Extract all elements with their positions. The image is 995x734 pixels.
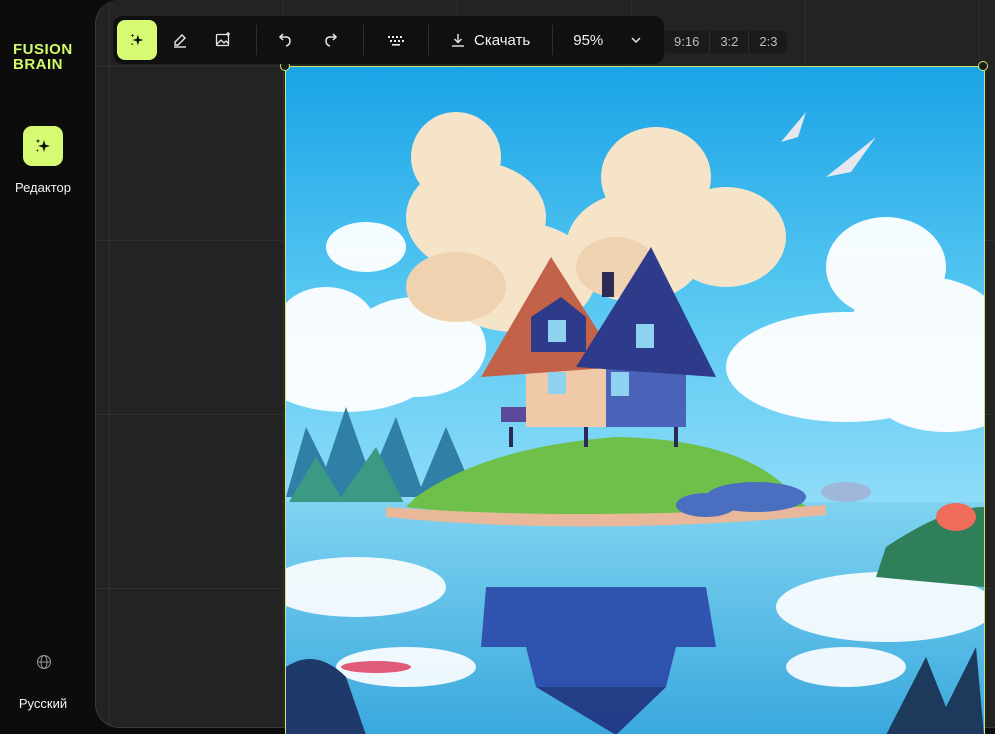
chevron-down-icon bbox=[631, 37, 641, 44]
language-switcher[interactable]: Русский bbox=[0, 654, 86, 711]
zoom-dropdown[interactable] bbox=[629, 33, 643, 47]
canvas-image bbox=[286, 67, 984, 734]
toolbar-divider bbox=[256, 25, 257, 55]
sidebar-item-editor[interactable]: Редактор bbox=[0, 126, 86, 195]
brand-line-2: BRAIN bbox=[13, 56, 63, 73]
download-label: Скачать bbox=[474, 31, 531, 49]
sparkle-icon bbox=[130, 33, 144, 46]
aspect-ratio-2-3[interactable]: 2:3 bbox=[748, 31, 788, 53]
undo-button[interactable] bbox=[265, 20, 305, 60]
sidebar-item-label: Редактор bbox=[15, 180, 71, 195]
toolbar-divider bbox=[428, 25, 429, 55]
language-label: Русский bbox=[18, 696, 68, 711]
sparkle-icon bbox=[23, 126, 63, 166]
editor-toolbar: Скачать 95% bbox=[113, 16, 664, 64]
generate-tool-button[interactable] bbox=[117, 20, 157, 60]
aspect-ratio-9-16[interactable]: 9:16 bbox=[664, 31, 710, 53]
aspect-ratio-3-2[interactable]: 3:2 bbox=[709, 31, 749, 53]
undo-icon bbox=[278, 33, 291, 47]
shortcuts-button[interactable] bbox=[376, 20, 416, 60]
eraser-icon bbox=[174, 34, 186, 48]
canvas-image-frame[interactable] bbox=[285, 66, 985, 734]
zoom-level: 95% bbox=[573, 31, 604, 49]
sidebar: FUSION BRAIN Редактор Русский bbox=[0, 0, 96, 734]
redo-button[interactable] bbox=[311, 20, 351, 60]
brand-line-1: FUSION bbox=[13, 41, 73, 58]
redo-icon bbox=[325, 33, 338, 47]
keyboard-icon bbox=[388, 36, 404, 46]
image-plus-icon bbox=[215, 32, 230, 47]
download-button[interactable]: Скачать bbox=[451, 32, 530, 49]
app-root: FUSION BRAIN Редактор Русский Скачать 95… bbox=[0, 0, 995, 734]
download-icon bbox=[452, 34, 464, 47]
eraser-tool-button[interactable] bbox=[160, 20, 200, 60]
toolbar-divider bbox=[363, 25, 364, 55]
aspect-ratio-selector: 9:16 3:2 2:3 bbox=[664, 31, 788, 53]
globe-icon bbox=[36, 654, 52, 670]
brand-logo[interactable]: FUSION BRAIN bbox=[13, 42, 73, 72]
toolbar-divider bbox=[552, 25, 554, 55]
resize-handle-top-right[interactable] bbox=[978, 61, 988, 71]
add-image-tool-button[interactable] bbox=[203, 20, 243, 60]
